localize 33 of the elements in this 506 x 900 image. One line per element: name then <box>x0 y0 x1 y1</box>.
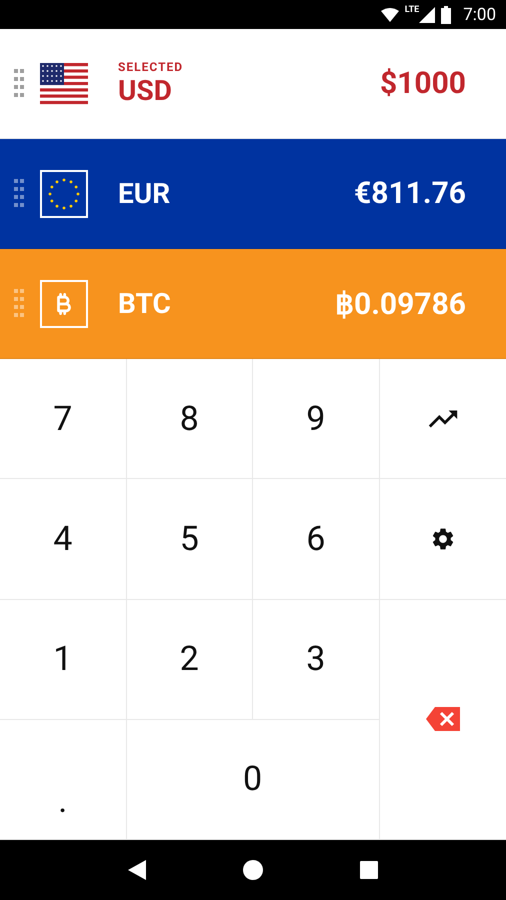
drag-handle-icon[interactable] <box>14 178 24 208</box>
currency-amount: $1000 <box>380 66 466 101</box>
currency-code: USD <box>118 74 173 107</box>
keypad-key[interactable]: 9 <box>253 359 380 480</box>
back-icon[interactable] <box>128 860 146 880</box>
currency-code: BTC <box>118 287 172 320</box>
recents-icon[interactable] <box>360 861 378 879</box>
eu-flag-icon <box>40 170 88 218</box>
drag-handle-icon[interactable] <box>14 68 24 98</box>
keypad-key[interactable]: . <box>0 720 126 840</box>
wifi-icon <box>380 8 399 22</box>
network-type: LTE <box>404 5 420 15</box>
currency-amount: ฿0.09786 <box>335 286 466 322</box>
keypad-key[interactable]: 4 <box>0 479 126 600</box>
backspace-icon <box>424 706 461 732</box>
clock: 7:00 <box>463 4 496 24</box>
keypad-key[interactable]: 7 <box>0 359 126 480</box>
home-icon[interactable] <box>242 860 263 880</box>
signal-icon <box>419 6 436 22</box>
drag-handle-icon[interactable] <box>14 288 24 318</box>
keypad-key[interactable]: 2 <box>126 600 253 720</box>
currency-code: EUR <box>118 177 172 210</box>
currency-row[interactable]: EUR €811.76 <box>0 139 506 249</box>
keypad-key[interactable]: 8 <box>126 359 253 480</box>
keypad-key[interactable]: 1 <box>0 600 126 720</box>
keypad-key[interactable]: 6 <box>253 479 380 600</box>
selected-label: SELECTED <box>118 60 184 74</box>
currency-amount: €811.76 <box>354 176 466 211</box>
battery-icon <box>441 6 452 24</box>
keypad-key[interactable]: 5 <box>126 479 253 600</box>
bitcoin-icon <box>40 280 88 328</box>
keypad-key[interactable]: 0 <box>126 720 380 840</box>
keypad-key[interactable]: 3 <box>253 600 380 720</box>
